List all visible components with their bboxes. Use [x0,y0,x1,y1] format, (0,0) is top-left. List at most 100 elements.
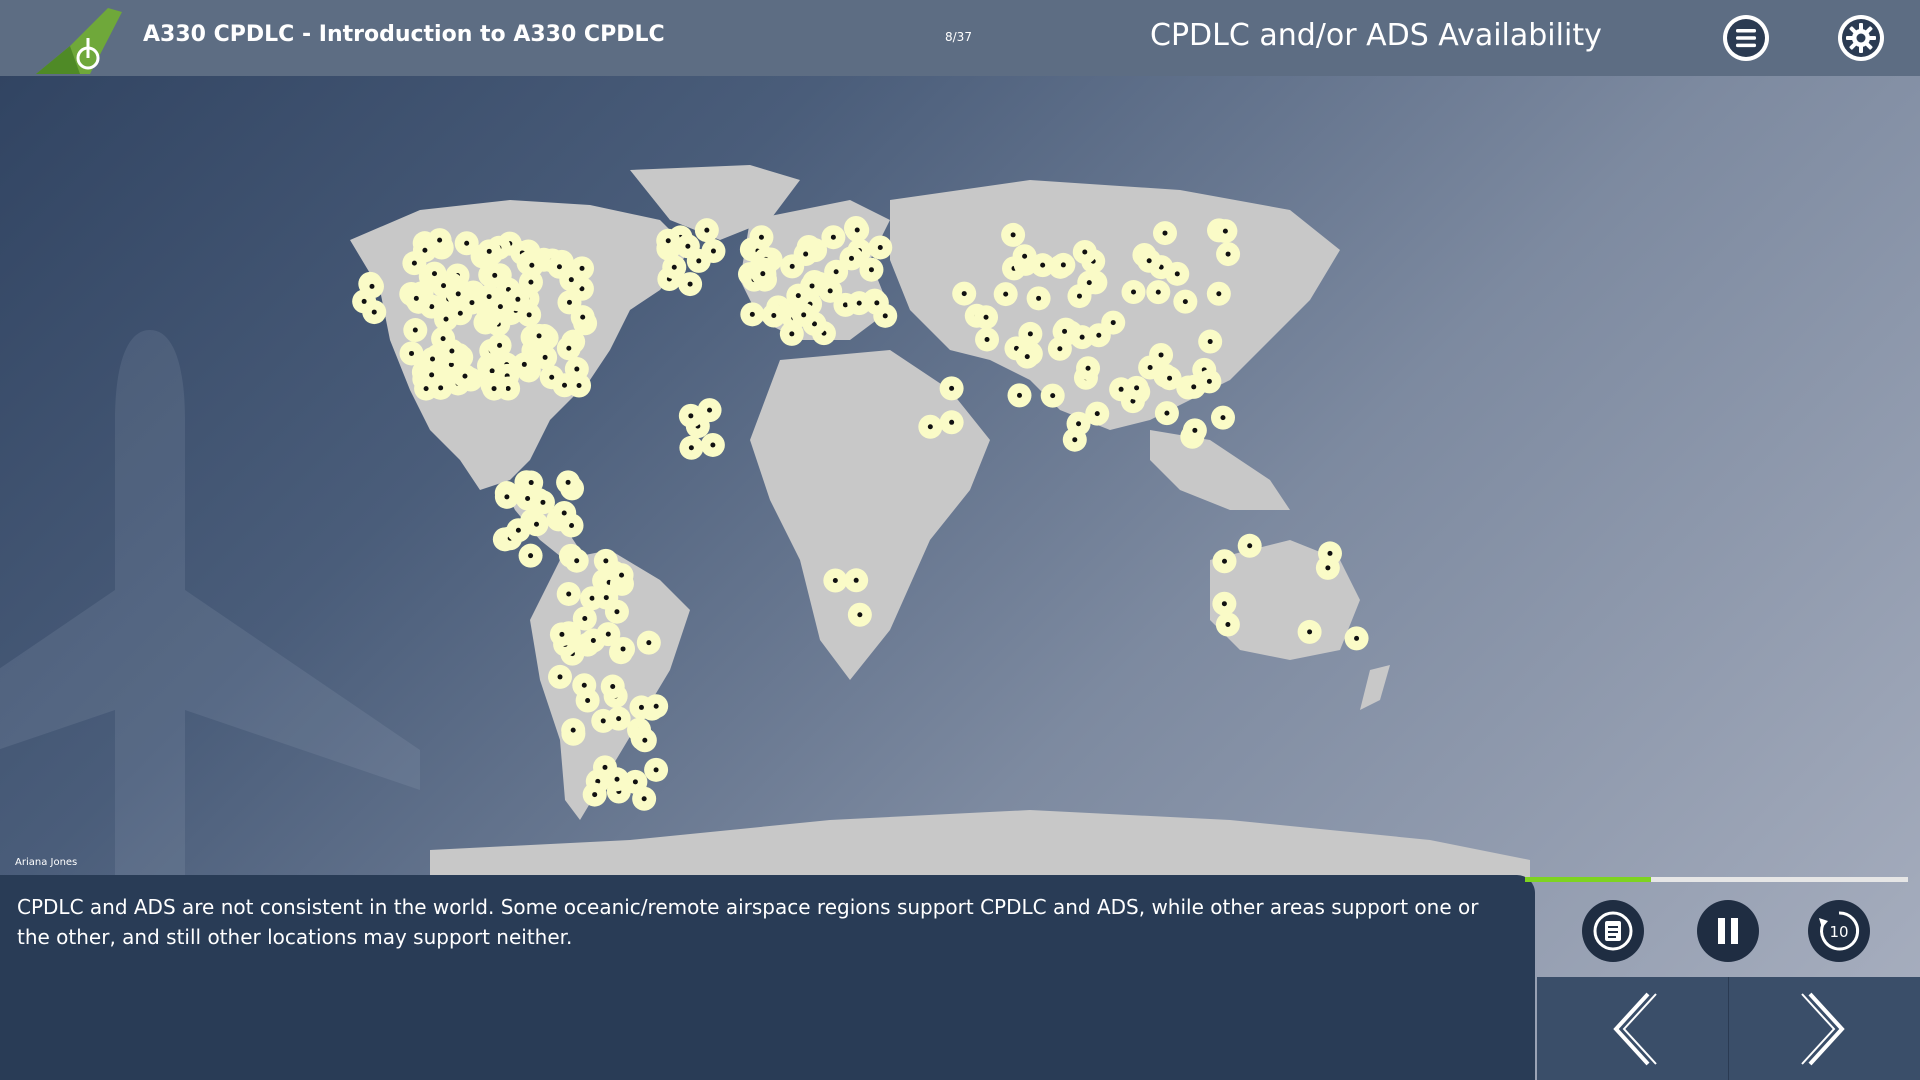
coverage-marker-dot [710,442,716,448]
coverage-marker-dot [1247,543,1253,549]
menu-button[interactable] [1723,15,1769,61]
coverage-marker-dot [749,311,755,317]
coverage-marker-dot [521,361,527,367]
coverage-marker-dot [526,312,532,318]
previous-slide-button[interactable] [1537,977,1728,1080]
player-controls: 10 [1537,885,1920,977]
coverage-marker-dot [1076,293,1082,299]
coverage-marker-dot [688,413,694,419]
new-zealand [1360,665,1390,710]
gear-icon [1842,19,1880,57]
coverage-marker-dot [632,779,638,785]
coverage-marker-dot [1096,332,1102,338]
coverage-marker-dot [1220,415,1226,421]
coverage-marker-dot [437,237,443,243]
coverage-marker-dot [1024,354,1030,360]
coverage-marker-dot [610,684,616,690]
coverage-marker-dot [801,312,807,318]
coverage-marker-dot [603,595,609,601]
coverage-marker-dot [600,718,606,724]
coverage-marker-dot [566,299,572,305]
coverage-marker-dot [361,298,367,304]
coverage-marker-dot [646,640,652,646]
coverage-marker-dot [842,302,848,308]
coverage-marker-dot [857,612,863,618]
replay-10-button[interactable]: 10 [1808,900,1870,962]
coverage-marker-dot [616,716,622,722]
coverage-marker-dot [696,258,702,264]
southeast-asia [1150,430,1290,510]
antarctica [430,810,1530,880]
coverage-marker-dot [1307,629,1313,635]
coverage-marker-dot [795,293,801,299]
coverage-marker-dot [422,247,428,253]
slide-title: CPDLC and/or ADS Availability [1150,18,1602,53]
coverage-marker-dot [504,494,510,500]
coverage-marker-dot [561,510,567,516]
coverage-marker-dot [413,295,419,301]
coverage-marker-dot [565,479,571,485]
coverage-marker-dot [1072,437,1078,443]
transcript-button[interactable] [1582,900,1644,962]
top-bar: A330 CPDLC - Introduction to A330 CPDLC … [0,0,1920,76]
coverage-marker-dot [1221,558,1227,564]
coverage-marker-dot [590,638,596,644]
coverage-marker-dot [505,385,511,391]
coverage-marker-dot [528,553,534,559]
coverage-marker-dot [1027,331,1033,337]
pause-button[interactable] [1697,900,1759,962]
page-counter: 8/37 [945,30,972,44]
coverage-marker-dot [1094,411,1100,417]
coverage-marker-dot [1057,346,1063,352]
coverage-marker-dot [592,792,598,798]
coverage-marker-dot [533,521,539,527]
coverage-marker-dot [409,350,415,356]
coverage-marker-dot [566,591,572,597]
coverage-marker-dot [833,269,839,275]
coverage-marker-dot [758,234,764,240]
coverage-marker-dot [497,304,503,310]
coverage-marker-dot [540,499,546,505]
coverage-marker-dot [665,238,671,244]
coverage-marker-dot [1174,271,1180,277]
coverage-marker-dot [653,767,659,773]
coverage-marker-dot [1010,232,1016,238]
coverage-marker-dot [449,348,455,354]
coverage-marker-dot [848,255,854,261]
coverage-marker-dot [707,407,713,413]
progress-bar[interactable] [1525,877,1908,882]
coverage-marker-dot [687,281,693,287]
progress-fill [1525,877,1652,882]
coverage-marker-dot [642,737,648,743]
coverage-marker-dot [1327,550,1333,556]
coverage-marker-dot [1076,421,1082,427]
settings-button[interactable] [1838,15,1884,61]
coverage-marker-dot [874,300,880,306]
coverage-marker-dot [1003,291,1009,297]
coverage-marker-dot [614,609,620,615]
coverage-marker-dot [638,704,644,710]
coverage-marker-dot [1062,328,1068,334]
coverage-marker-dot [1110,320,1116,326]
coverage-marker-dot [605,631,611,637]
coverage-marker-dot [1206,378,1212,384]
coverage-marker-dot [1225,251,1231,257]
coverage-marker-dot [589,595,595,601]
coverage-marker-dot [641,796,647,802]
next-slide-button[interactable] [1729,977,1920,1080]
coverage-marker-dot [1221,601,1227,607]
coverage-marker-dot [827,288,833,294]
coverage-marker-dot [771,313,777,319]
menu-icon [1727,19,1765,57]
coverage-marker-dot [710,248,716,254]
coverage-marker-dot [1079,334,1085,340]
coverage-marker-dot [566,345,572,351]
coverage-marker-dot [1192,427,1198,433]
coverage-marker-dot [440,336,446,342]
coverage-marker-dot [423,386,429,392]
coverage-marker-dot [371,309,377,315]
coverage-marker-dot [529,262,535,268]
coverage-marker-dot [528,480,534,486]
coverage-marker-dot [671,264,677,270]
coverage-marker-dot [685,243,691,249]
